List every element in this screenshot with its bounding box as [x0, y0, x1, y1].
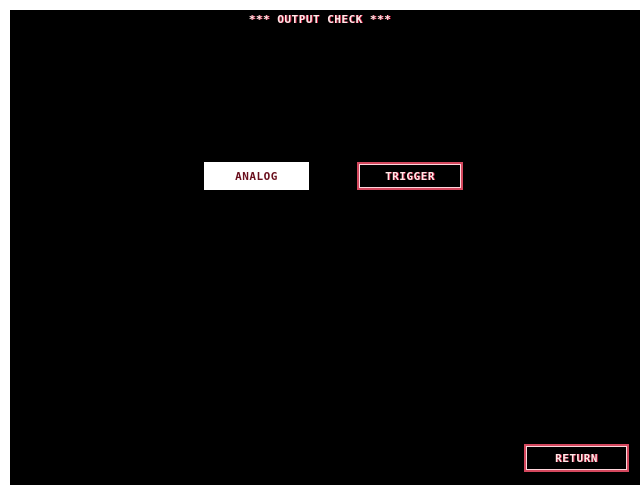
trigger-button[interactable]: TRIGGER [357, 162, 463, 190]
return-button-label: RETURN [555, 451, 598, 465]
output-check-screen [10, 10, 640, 485]
analog-button-label: ANALOG [235, 169, 278, 183]
page-title: *** OUTPUT CHECK *** [248, 13, 392, 26]
trigger-button-label: TRIGGER [385, 169, 435, 183]
analog-button[interactable]: ANALOG [204, 162, 309, 190]
return-button[interactable]: RETURN [524, 444, 629, 472]
